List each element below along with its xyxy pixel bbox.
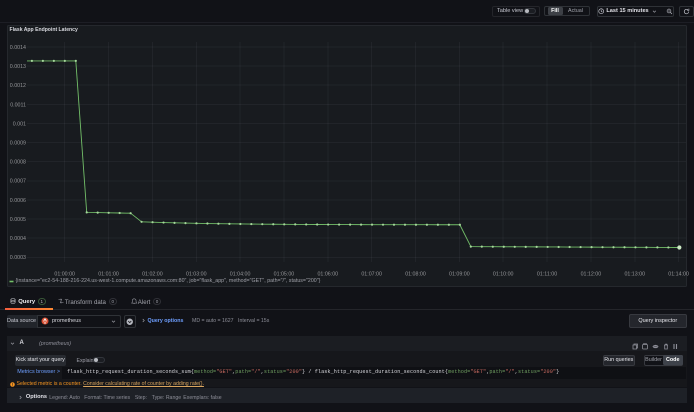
svg-text:01:03:00: 01:03:00 — [186, 271, 207, 277]
svg-text:01:08:00: 01:08:00 — [405, 271, 426, 277]
svg-text:01:04:00: 01:04:00 — [230, 271, 251, 277]
svg-text:0.0013: 0.0013 — [10, 64, 26, 70]
svg-text:01:01:00: 01:01:00 — [98, 271, 119, 277]
svg-text:0.0014: 0.0014 — [10, 45, 26, 51]
svg-text:0.0007: 0.0007 — [10, 179, 26, 185]
svg-text:01:14:00: 01:14:00 — [668, 271, 689, 277]
svg-text:01:06:00: 01:06:00 — [317, 271, 338, 277]
svg-text:01:00:00: 01:00:00 — [54, 271, 75, 277]
svg-text:01:05:00: 01:05:00 — [274, 271, 295, 277]
svg-text:01:12:00: 01:12:00 — [581, 271, 602, 277]
svg-text:0.001: 0.001 — [13, 121, 26, 127]
svg-text:01:11:00: 01:11:00 — [537, 271, 557, 277]
svg-text:01:09:00: 01:09:00 — [449, 271, 470, 277]
svg-text:0.0004: 0.0004 — [10, 236, 26, 242]
svg-text:0.0006: 0.0006 — [10, 198, 26, 204]
svg-text:0.0008: 0.0008 — [10, 160, 26, 166]
svg-text:0.0012: 0.0012 — [10, 83, 26, 89]
svg-text:0.0005: 0.0005 — [10, 217, 26, 223]
svg-text:01:02:00: 01:02:00 — [142, 271, 163, 277]
svg-text:0.0003: 0.0003 — [10, 255, 26, 261]
svg-text:01:13:00: 01:13:00 — [624, 271, 645, 277]
svg-text:0.0011: 0.0011 — [10, 102, 26, 108]
svg-text:01:07:00: 01:07:00 — [361, 271, 382, 277]
svg-text:01:10:00: 01:10:00 — [493, 271, 514, 277]
svg-text:0.0009: 0.0009 — [10, 141, 26, 147]
